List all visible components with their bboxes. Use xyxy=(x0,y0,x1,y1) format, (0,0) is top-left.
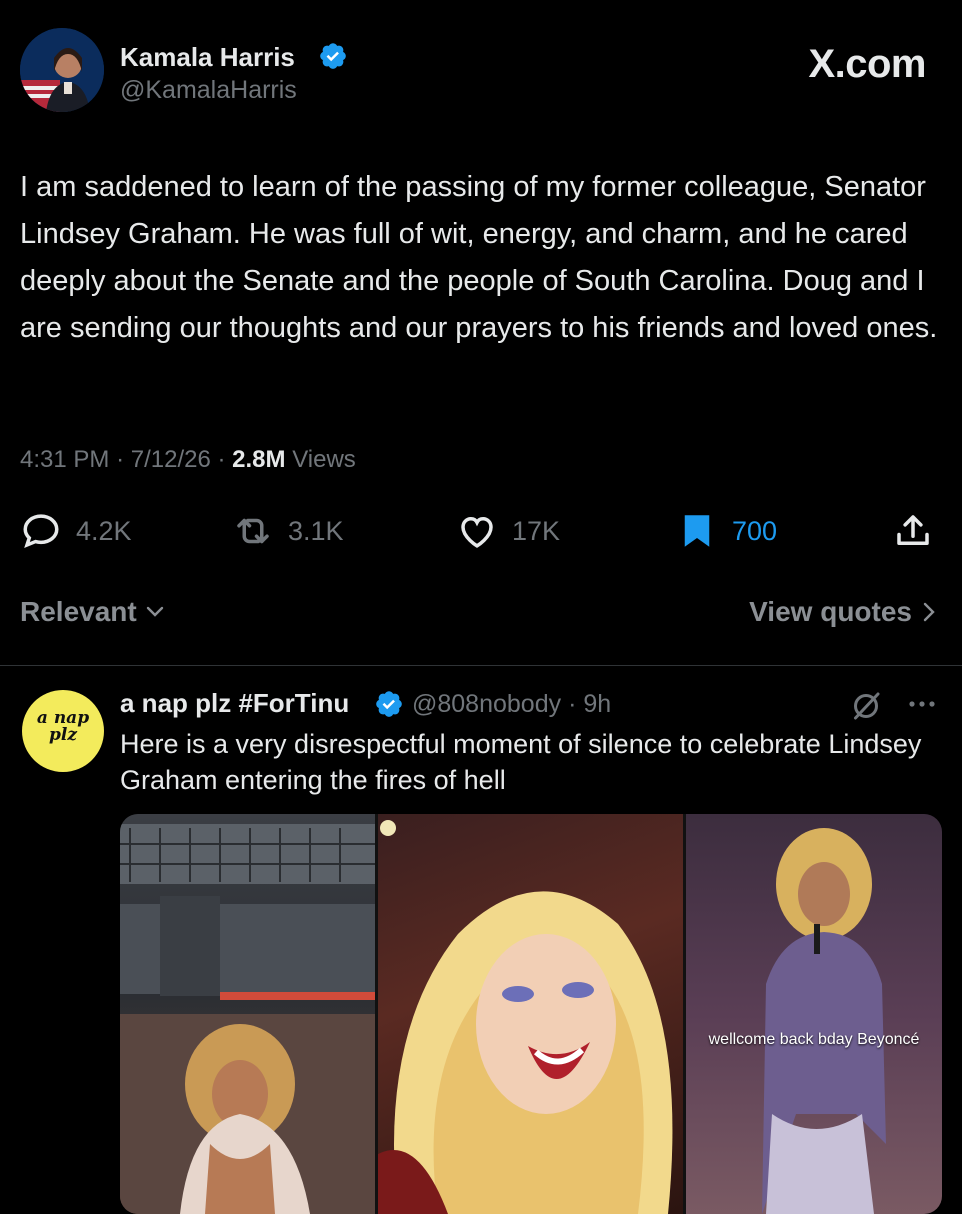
retweet-button[interactable]: 3.1K xyxy=(232,508,344,554)
bookmark-icon xyxy=(684,515,710,547)
media-photo-stadium[interactable] xyxy=(120,814,375,1214)
reply-text: Here is a very disrespectful moment of s… xyxy=(120,729,922,795)
author-name[interactable]: Kamala Harris xyxy=(120,42,295,73)
meta-separator: · xyxy=(116,446,131,473)
chevron-down-icon xyxy=(146,606,163,617)
retweet-icon xyxy=(237,518,269,544)
bookmark-button[interactable]: 700 xyxy=(676,508,777,554)
media-caption: wellcome back bday Beyoncé xyxy=(708,1031,920,1048)
view-quotes-label: View quotes xyxy=(749,596,912,627)
like-count: 17K xyxy=(512,515,561,546)
avatar-photo xyxy=(20,28,104,112)
tweet-meta: 4:31 PM · 7/12/26 · 2.8M Views xyxy=(20,446,356,474)
grok-icon[interactable] xyxy=(848,688,884,724)
divider xyxy=(0,665,962,666)
media-photo-closeup[interactable] xyxy=(378,814,683,1214)
reply-author-name[interactable]: a nap plz #ForTinu xyxy=(120,688,349,719)
stage-performer-image xyxy=(762,828,886,1214)
tweet-text: I am saddened to learn of the passing of… xyxy=(20,171,938,344)
views-label: Views xyxy=(292,446,356,473)
bookmark-count: 700 xyxy=(732,515,778,546)
sort-relevant-dropdown[interactable]: Relevant xyxy=(20,596,165,628)
tweet-time[interactable]: 4:31 PM xyxy=(20,446,109,473)
verified-badge-icon xyxy=(376,691,402,717)
retweet-count: 3.1K xyxy=(288,515,344,546)
like-button[interactable]: 17K xyxy=(456,508,560,554)
reply-media-grid[interactable]: wellcome back bday Beyoncé xyxy=(120,814,942,1214)
tweet-date[interactable]: 7/12/26 xyxy=(131,446,211,473)
reply-count: 4.2K xyxy=(76,515,132,546)
meta-separator: · xyxy=(217,446,233,473)
singer-closeup-image xyxy=(378,820,673,1214)
views-count: 2.8M xyxy=(232,446,286,473)
chevron-right-icon xyxy=(923,602,935,622)
heart-icon xyxy=(461,516,493,548)
meta-separator: · xyxy=(568,690,577,718)
reply-bubble-icon xyxy=(23,514,59,549)
stadium-performer-image xyxy=(120,824,375,1214)
view-quotes-link[interactable]: View quotes xyxy=(749,596,936,628)
author-handle[interactable]: @KamalaHarris xyxy=(120,76,297,105)
reply-handle-age: @808nobody · 9h xyxy=(412,690,611,719)
author-avatar[interactable] xyxy=(20,28,104,112)
reply-author-avatar[interactable]: a nap plz xyxy=(22,690,104,772)
reply-age[interactable]: 9h xyxy=(583,690,611,718)
share-icon xyxy=(897,515,929,545)
reply-author-handle[interactable]: @808nobody xyxy=(412,690,561,718)
verified-badge-icon xyxy=(320,43,346,69)
share-button[interactable] xyxy=(892,508,934,554)
media-photo-stage[interactable]: wellcome back bday Beyoncé xyxy=(686,814,942,1214)
avatar-text: a nap plz xyxy=(36,708,90,745)
sort-label: Relevant xyxy=(20,596,137,627)
more-dots-icon[interactable] xyxy=(904,694,940,714)
reply-button[interactable]: 4.2K xyxy=(20,508,132,554)
brand-logo: X.com xyxy=(808,42,926,86)
